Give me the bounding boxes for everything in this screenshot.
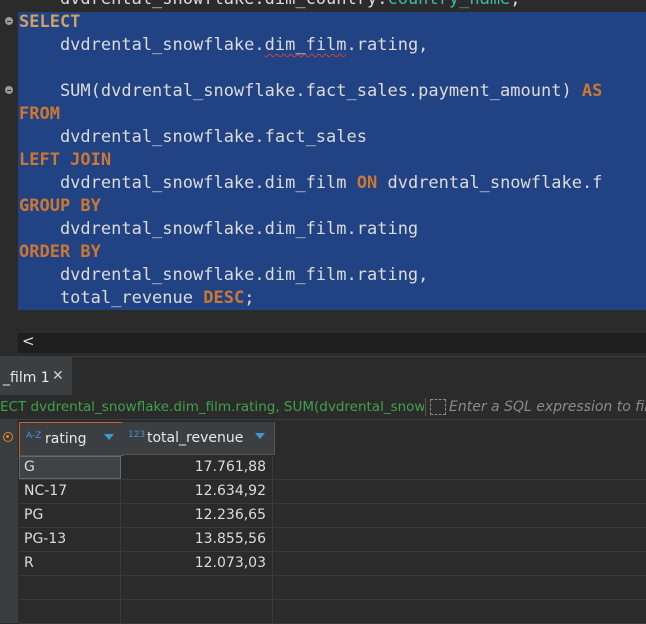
close-icon[interactable]: ✕ [52,368,64,384]
code-token: FROM [19,104,60,124]
tab-label: _film 1 [3,370,50,386]
code-line: GROUP BY [19,195,602,218]
fold-icon[interactable] [5,86,13,94]
cell-rating[interactable]: NC-17 [19,480,121,503]
sql-editor[interactable]: dvdrental_snowflake.dim_country.country_… [0,0,646,332]
code-token: AS [581,81,603,101]
row-header-column [0,420,18,623]
code-token: dvdrental_snowflake.dim_country. [19,0,388,9]
cell-rating[interactable]: R [19,552,121,575]
cell-total-revenue[interactable]: 13.855,56 [122,528,273,551]
code-token: dvdrental_snowflake.dim_film.rating, [19,265,429,285]
code-token: dvdrental_snowflake. [19,35,265,55]
results-grid: A-Z rating 123 total_revenue G 17.761,88 N… [0,420,646,624]
text-type-icon: A-Z [26,431,42,441]
code-token: GROUP BY [19,196,101,216]
code-token: dvdrental_snowflake.dim_film.rating [19,219,419,239]
cell-total-revenue[interactable]: 12.634,92 [122,480,273,503]
sort-dropdown-icon[interactable] [104,434,114,440]
number-type-icon: 123 [128,430,146,440]
code-line: total_revenue DESC; [19,287,602,310]
filter-input[interactable]: Enter a SQL expression to filter [449,399,646,415]
cell-rating[interactable] [19,600,121,623]
table-row[interactable] [19,576,646,600]
table-row[interactable]: PG-13 13.855,56 [19,528,646,552]
code-token: ON [356,173,378,193]
code-line: dvdrental_snowflake.dim_film.rating, [19,34,602,57]
table-row[interactable]: PG 12.236,65 [19,504,646,528]
code-line: FROM [19,103,602,126]
code-line: dvdrental_snowflake.dim_country.country_… [19,0,602,11]
code-token: DESC [203,288,245,308]
code-token: SUM(dvdrental_snowflake.fact_sales.payme… [19,81,582,101]
code-text[interactable]: dvdrental_snowflake.dim_country.country_… [19,0,602,310]
code-token: ; [244,288,255,308]
code-token: .rating, [346,35,429,55]
code-line: ORDER BY [19,241,602,264]
code-line: dvdrental_snowflake.dim_film ON dvdrenta… [19,172,602,195]
column-header-total-revenue[interactable]: 123 total_revenue [122,422,275,455]
cell-total-revenue[interactable]: 12.236,65 [122,504,273,527]
editor-horizontal-scrollbar[interactable]: < [18,332,646,353]
expand-filter-icon[interactable] [430,399,446,415]
filter-bar: ECT dvdrental_snowflake.dim_film.rating,… [0,395,646,420]
cell-rating[interactable]: PG-13 [19,528,121,551]
code-token: SELECT [19,12,81,32]
select-all-icon[interactable] [3,432,13,442]
table-row[interactable]: R 12.073,03 [19,552,646,576]
cell-rating[interactable] [19,576,121,599]
code-line: dvdrental_snowflake.dim_film.rating, [19,264,602,287]
cell-total-revenue[interactable]: 12.073,03 [122,552,273,575]
column-name: total_revenue [147,430,244,446]
code-token: ; [510,0,520,9]
table-row[interactable] [19,600,646,624]
fold-icon[interactable] [5,17,13,25]
scroll-left-icon[interactable]: < [22,332,35,350]
divider [425,398,426,416]
editor-gutter [0,0,18,332]
cell-rating[interactable]: PG [19,504,121,527]
column-name: rating [45,431,87,447]
code-line: LEFT JOIN [19,149,602,172]
table-row[interactable]: NC-17 12.634,92 [19,480,646,504]
cell-total-revenue[interactable] [122,576,273,599]
code-token: dvdrental_snowflake.fact_sales [19,127,367,147]
results-tab-bar: _film 1 ✕ [0,356,646,396]
code-token: dim_film [264,35,347,55]
cell-rating[interactable]: G [19,456,121,479]
table-row[interactable]: G 17.761,88 [19,456,646,480]
query-text[interactable]: ECT dvdrental_snowflake.dim_film.rating,… [0,399,424,415]
code-token: ORDER BY [19,242,101,262]
code-line: dvdrental_snowflake.fact_sales [19,126,602,149]
code-token: LEFT JOIN [19,150,112,170]
code-token: total_revenue [19,288,204,308]
cell-total-revenue[interactable] [122,600,273,623]
code-token: dvdrental_snowflake.f [377,173,603,193]
code-line: dvdrental_snowflake.dim_film.rating [19,218,602,241]
code-token: country_name [387,0,510,9]
code-line: SELECT [19,11,602,34]
cell-total-revenue[interactable]: 17.761,88 [122,456,273,479]
code-token: dvdrental_snowflake.dim_film [19,173,357,193]
sort-dropdown-icon[interactable] [255,433,265,439]
code-line: SUM(dvdrental_snowflake.fact_sales.payme… [19,80,602,103]
tab-result-dim-film-1[interactable]: _film 1 ✕ [0,357,72,396]
column-header-rating[interactable]: A-Z rating [19,422,123,456]
